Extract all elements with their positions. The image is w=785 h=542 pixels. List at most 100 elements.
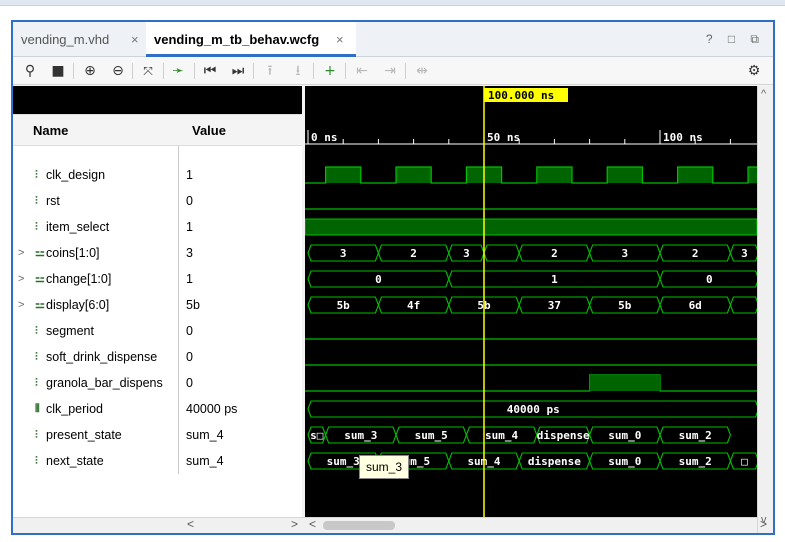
time-tick-label: 100 ns bbox=[663, 131, 703, 144]
go-to-time-0-icon[interactable]: ⏮ bbox=[199, 60, 221, 82]
coins-bus-segment bbox=[483, 244, 520, 262]
next-marker-icon[interactable]: ⇥ bbox=[379, 60, 401, 82]
next-state-bus-value: sum_3 bbox=[327, 455, 360, 468]
signal-value: 1 bbox=[186, 168, 193, 182]
name-pane-hscroll[interactable] bbox=[13, 517, 179, 533]
signal-value: sum_4 bbox=[186, 428, 224, 442]
top-border-strip bbox=[0, 0, 785, 6]
next-transition-icon[interactable]: ⭳ bbox=[287, 60, 309, 82]
value-pane-hscroll[interactable]: < > bbox=[179, 517, 305, 533]
tab-vending-m-vhd[interactable]: vending_m.vhd × bbox=[13, 22, 146, 57]
change-bus-value: 1 bbox=[551, 273, 558, 286]
settings-gear-icon[interactable]: ⚙ bbox=[743, 60, 765, 82]
value-column-header[interactable]: Value bbox=[179, 114, 302, 146]
time-tick-label: 0 ns bbox=[311, 131, 338, 144]
window-controls[interactable]: ? □ ⧉ bbox=[706, 22, 765, 57]
signal-row[interactable]: > ⚍ display[6:0] bbox=[13, 292, 179, 318]
add-marker-icon[interactable]: + bbox=[319, 60, 341, 82]
bit-signal-icon: ⫶ bbox=[35, 455, 38, 467]
signal-name: display[6:0] bbox=[46, 298, 110, 312]
zoom-fit-icon[interactable]: ⤧ bbox=[137, 60, 159, 82]
cursor-time-label: 100.000 ns bbox=[488, 89, 554, 102]
coins-bus-value: 2 bbox=[410, 247, 417, 260]
go-to-last-time-icon[interactable]: ⏭ bbox=[227, 60, 249, 82]
change-bus-value: 0 bbox=[375, 273, 382, 286]
present-state-bus-value: sum_4 bbox=[485, 429, 518, 442]
bit-signal-icon: ⫶ bbox=[35, 325, 38, 337]
display-bus-value: 6d bbox=[689, 299, 702, 312]
hover-tooltip: sum_3 bbox=[359, 455, 410, 479]
name-column-header[interactable]: Name bbox=[13, 114, 179, 146]
scroll-left-icon[interactable]: < bbox=[309, 517, 316, 531]
bus-signal-icon: ⚍ bbox=[35, 299, 45, 311]
coins-bus-value: 3 bbox=[621, 247, 628, 260]
coins-bus-value: 2 bbox=[692, 247, 699, 260]
signal-row[interactable]: ⫶ soft_drink_dispense bbox=[13, 344, 179, 370]
scroll-up-icon[interactable]: ^ bbox=[761, 88, 766, 100]
tab-vending-m-tb-behav-wcfg[interactable]: vending_m_tb_behav.wcfg × bbox=[146, 22, 356, 57]
present-state-bus-value: s□ bbox=[310, 429, 324, 442]
tab-label: vending_m.vhd bbox=[21, 32, 110, 47]
scroll-right-icon[interactable]: > bbox=[760, 517, 767, 531]
coins-bus-value: 3 bbox=[741, 247, 748, 260]
signal-value: 40000 ps bbox=[186, 402, 238, 416]
toolbar: ⚲ ■ ⊕ ⊖ ⤧ ➛ ⏮ ⏭ ⭱ ⭳ + ⇤ ⇥ ⇹ ⚙ bbox=[13, 57, 773, 85]
tab-close-icon[interactable]: × bbox=[336, 22, 344, 57]
clk-high-fill bbox=[396, 167, 432, 183]
clk-high-fill bbox=[607, 167, 643, 183]
clk-high-fill bbox=[536, 167, 572, 183]
signal-name: clk_period bbox=[46, 402, 103, 416]
signal-row[interactable]: ⫶ item_select bbox=[13, 214, 179, 240]
waveform-svg[interactable]: 0 ns50 ns100 ns150 ns200 ns232323235b4f5… bbox=[305, 86, 757, 517]
next-state-bus-value: □ bbox=[741, 455, 748, 468]
signal-row[interactable]: > ⚍ change[1:0] bbox=[13, 266, 179, 292]
signal-value-pane: Value 1 0 1 3 1 5b 0 0 0 40000 ps sum_4 sum_4 bbox=[179, 86, 302, 517]
signal-row[interactable]: ⫶ next_state bbox=[13, 448, 179, 474]
scroll-thumb[interactable] bbox=[323, 521, 395, 530]
clk-high-fill bbox=[748, 167, 757, 183]
signal-row[interactable]: ⫴ clk_period bbox=[13, 396, 179, 422]
signal-row[interactable]: ⫶ granola_bar_dispens bbox=[13, 370, 179, 396]
signal-row[interactable]: ⫶ segment bbox=[13, 318, 179, 344]
save-icon[interactable]: ■ bbox=[47, 60, 69, 82]
present-state-bus-value: dispense bbox=[537, 429, 590, 442]
expand-chevron-icon[interactable]: > bbox=[18, 240, 24, 266]
zoom-out-icon[interactable]: ⊖ bbox=[107, 60, 129, 82]
signal-value: 0 bbox=[186, 324, 193, 338]
signal-row[interactable]: ⫶ present_state bbox=[13, 422, 179, 448]
next-state-bus-value: sum_0 bbox=[608, 455, 641, 468]
change-bus-value: 0 bbox=[706, 273, 713, 286]
scroll-right-icon[interactable]: > bbox=[291, 517, 298, 531]
bit-signal-icon: ⫶ bbox=[35, 169, 38, 181]
present-state-bus-value: sum_3 bbox=[344, 429, 377, 442]
search-icon[interactable]: ⚲ bbox=[19, 60, 41, 82]
vertical-scrollbar[interactable]: ^ v bbox=[757, 86, 773, 533]
zoom-in-icon[interactable]: ⊕ bbox=[79, 60, 101, 82]
signal-row[interactable]: > ⚍ coins[1:0] bbox=[13, 240, 179, 266]
expand-chevron-icon[interactable]: > bbox=[18, 292, 24, 318]
previous-marker-icon[interactable]: ⇤ bbox=[351, 60, 373, 82]
signal-row[interactable]: ⫶ rst bbox=[13, 188, 179, 214]
signal-value: 0 bbox=[186, 376, 193, 390]
signal-name-pane: Name ⫶ clk_design ⫶ rst ⫶ item_select > ⚍ coins[… bbox=[13, 86, 179, 517]
signal-row[interactable]: ⫶ clk_design bbox=[13, 162, 179, 188]
tab-close-icon[interactable]: × bbox=[131, 22, 139, 57]
display-bus-segment bbox=[729, 296, 757, 314]
signal-name: soft_drink_dispense bbox=[46, 350, 158, 364]
waveform-canvas[interactable]: 0 ns50 ns100 ns150 ns200 ns232323235b4f5… bbox=[305, 86, 757, 517]
signal-value: 1 bbox=[186, 220, 193, 234]
waveform-hscroll[interactable]: < > bbox=[305, 517, 767, 533]
present-state-bus-value: sum_2 bbox=[679, 429, 712, 442]
previous-transition-icon[interactable]: ⭱ bbox=[259, 60, 281, 82]
go-to-cursor-icon[interactable]: ➛ bbox=[167, 60, 189, 82]
present-state-bus-value: sum_5 bbox=[415, 429, 448, 442]
signal-name: clk_design bbox=[46, 168, 106, 182]
bit-signal-icon: ⫶ bbox=[35, 377, 38, 389]
bus-signal-icon: ⚍ bbox=[35, 273, 45, 285]
scroll-left-icon[interactable]: < bbox=[187, 517, 194, 531]
clk-period-bus-value: 40000 ps bbox=[507, 403, 560, 416]
next-state-bus-value: sum_2 bbox=[679, 455, 712, 468]
swap-cursors-icon[interactable]: ⇹ bbox=[411, 60, 433, 82]
expand-chevron-icon[interactable]: > bbox=[18, 266, 24, 292]
display-bus-value: 5b bbox=[618, 299, 632, 312]
